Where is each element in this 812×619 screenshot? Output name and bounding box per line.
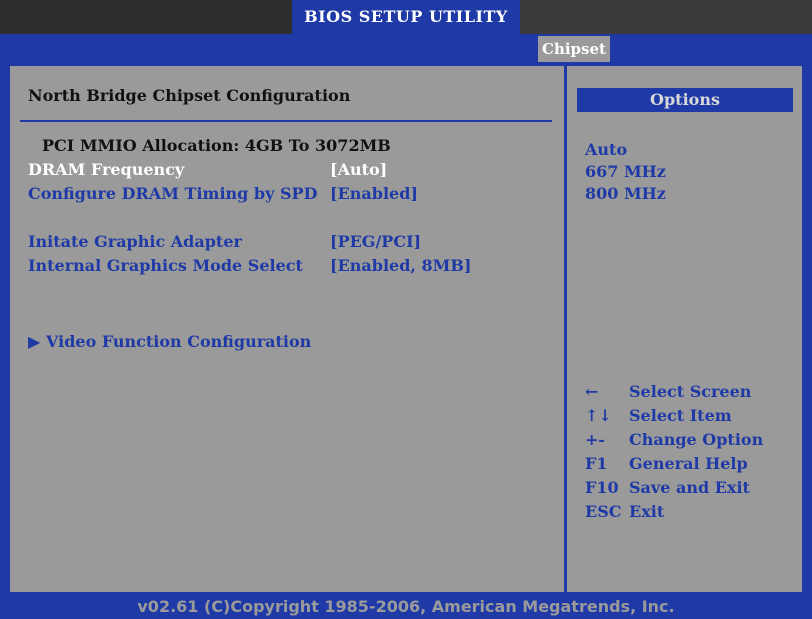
copyright-footer: v02.61 (C)Copyright 1985-2006, American … [0, 594, 812, 619]
heading-rule [20, 120, 552, 122]
submenu-arrow-icon: ▶ [28, 332, 41, 351]
option-667-mhz[interactable]: 667 MHz [585, 162, 666, 181]
setting-dram-timing-spd[interactable]: Configure DRAM Timing by SPD [Enabled] [28, 184, 418, 203]
help-general-help: F1 General Help [585, 454, 748, 473]
page-title: North Bridge Chipset Configuration [28, 86, 351, 105]
setting-value: [PEG/PCI] [330, 232, 422, 251]
pci-mmio-info: PCI MMIO Allocation: 4GB To 3072MB [42, 136, 391, 155]
help-key: ESC [585, 502, 622, 521]
help-desc: Save and Exit [629, 478, 750, 497]
option-auto[interactable]: Auto [585, 140, 627, 159]
help-key: F10 [585, 478, 619, 497]
title-bar-right-block [520, 0, 812, 34]
setting-label: Configure DRAM Timing by SPD [28, 184, 318, 203]
app-title: BIOS SETUP UTILITY [292, 0, 520, 34]
option-800-mhz[interactable]: 800 MHz [585, 184, 666, 203]
setting-internal-graphics-mode[interactable]: Internal Graphics Mode Select [Enabled, 8… [28, 256, 471, 275]
submenu-video-function-configuration[interactable]: ▶ Video Function Configuration [28, 332, 311, 351]
title-bar-left-block [0, 0, 292, 34]
plus-minus-icon: +- [585, 430, 606, 449]
help-desc: Exit [629, 502, 665, 521]
help-key: F1 [585, 454, 608, 473]
help-exit: ESC Exit [585, 502, 664, 521]
submenu-label: Video Function Configuration [46, 332, 312, 351]
help-desc: Select Screen [629, 382, 752, 401]
help-desc: Select Item [629, 406, 732, 425]
setting-dram-frequency[interactable]: DRAM Frequency [Auto] [28, 160, 387, 179]
help-save-exit: F10 Save and Exit [585, 478, 750, 497]
help-select-screen: ← Select Screen [585, 382, 751, 401]
help-desc: General Help [629, 454, 748, 473]
setting-label: DRAM Frequency [28, 160, 185, 179]
settings-pane: North Bridge Chipset Configuration PCI M… [8, 64, 564, 594]
help-desc: Change Option [629, 430, 764, 449]
setting-label: Internal Graphics Mode Select [28, 256, 303, 275]
left-arrow-icon: ← [585, 382, 599, 401]
setting-value: [Auto] [330, 160, 388, 179]
menu-bar [0, 34, 812, 64]
setting-label: Initate Graphic Adapter [28, 232, 242, 251]
options-pane: Options Auto 667 MHz 800 MHz ← Select Scr… [567, 64, 804, 594]
options-header: Options [577, 88, 793, 112]
help-change-option: +- Change Option [585, 430, 763, 449]
setting-value: [Enabled] [330, 184, 418, 203]
setting-initate-graphic-adapter[interactable]: Initate Graphic Adapter [PEG/PCI] [28, 232, 421, 251]
setting-value: [Enabled, 8MB] [330, 256, 472, 275]
up-down-arrows-icon: ↑↓ [585, 406, 612, 425]
help-select-item: ↑↓ Select Item [585, 406, 732, 425]
tab-chipset[interactable]: Chipset [538, 36, 610, 62]
title-bar: BIOS SETUP UTILITY [0, 0, 812, 34]
